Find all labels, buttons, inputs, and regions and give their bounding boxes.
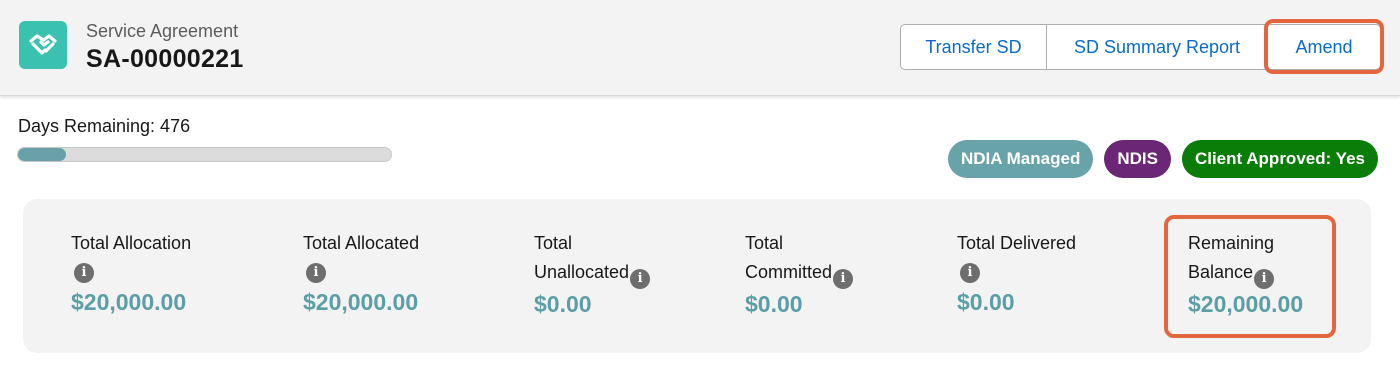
stat-total-allocation: Total Allocation i $20,000.00: [71, 229, 191, 316]
remaining-balance-highlight-box: [1164, 215, 1336, 338]
stat-total-allocated: Total Allocated i $20,000.00: [303, 229, 419, 316]
badge-client-approved: Client Approved: Yes: [1181, 140, 1378, 178]
info-icon[interactable]: i: [306, 262, 326, 283]
amend-highlight-box: [1264, 19, 1384, 74]
stat-total-unallocated: Total Unallocated i $0.00: [534, 229, 651, 318]
progress-bar-fill: [18, 148, 67, 161]
stat-total-delivered: Total Delivered i $0.00: [957, 229, 1076, 316]
stat-label: Total Allocated: [303, 233, 420, 253]
info-icon[interactable]: i: [74, 262, 94, 283]
transfer-sd-button[interactable]: Transfer SD: [900, 24, 1047, 70]
info-icon[interactable]: i: [833, 268, 854, 289]
stat-value: $20,000.00: [303, 289, 419, 315]
info-icon[interactable]: i: [960, 262, 980, 283]
stat-value: $0.00: [957, 289, 1015, 315]
stat-label: Total Delivered: [957, 233, 1077, 253]
stat-value: $0.00: [745, 290, 803, 317]
days-remaining-progress-bar: [17, 147, 392, 162]
record-header: Service Agreement SA-00000221 Transfer S…: [0, 0, 1400, 96]
handshake-icon: [19, 21, 67, 69]
stat-label-line1: Total: [745, 233, 784, 253]
record-title: SA-00000221: [86, 45, 244, 73]
status-badges: NDIA Managed NDIS Client Approved: Yes: [948, 140, 1378, 178]
stat-value: $20,000.00: [71, 289, 187, 315]
info-icon[interactable]: i: [630, 268, 651, 289]
stat-label-line2: Unallocated: [534, 262, 630, 282]
stat-label-line2: Committed: [745, 262, 833, 282]
stat-value: $0.00: [534, 290, 592, 317]
badge-ndis: NDIS: [1104, 140, 1171, 178]
badge-ndia-managed: NDIA Managed: [948, 140, 1094, 178]
stat-label-line1: Total: [534, 233, 573, 253]
stat-label: Total Allocation: [71, 233, 192, 253]
days-remaining-label: Days Remaining: 476: [18, 116, 191, 136]
sd-summary-report-button[interactable]: SD Summary Report: [1046, 24, 1268, 70]
stat-total-committed: Total Committed i $0.00: [745, 229, 854, 318]
object-type-label: Service Agreement: [86, 21, 239, 41]
